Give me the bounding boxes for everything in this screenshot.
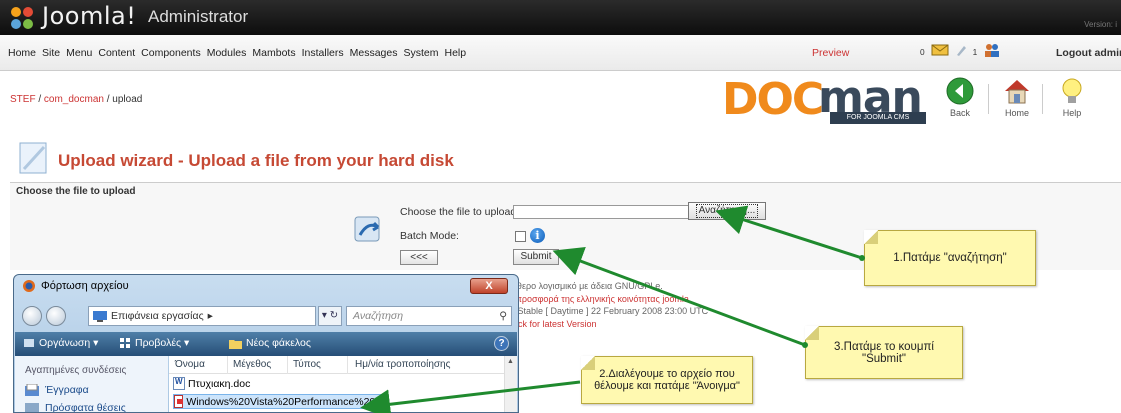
arrow-step-2 xyxy=(360,380,581,413)
arrow-dot xyxy=(859,255,865,261)
arrow-step-1 xyxy=(715,205,863,260)
annotation-arrows xyxy=(360,205,865,413)
arrow-dot xyxy=(802,342,808,348)
arrow-step-3 xyxy=(552,247,806,347)
